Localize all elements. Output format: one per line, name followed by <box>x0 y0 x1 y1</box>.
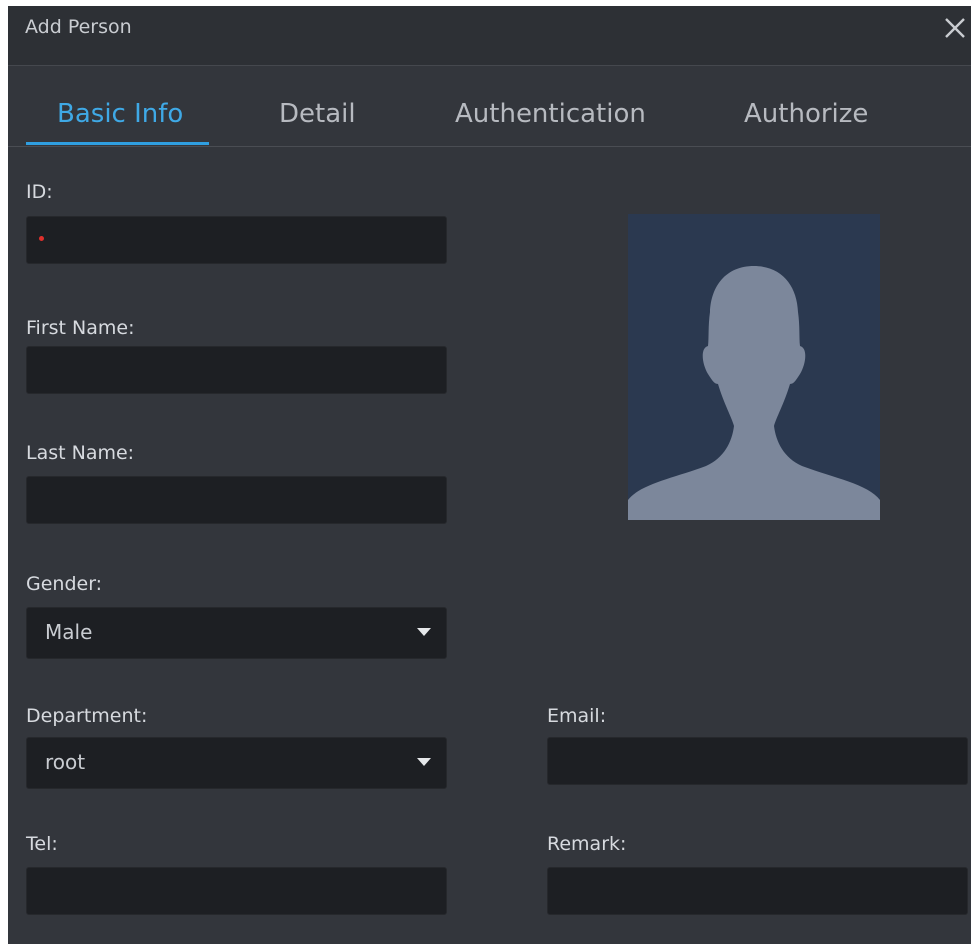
id-input[interactable] <box>26 216 447 264</box>
department-select-value: root <box>45 750 86 774</box>
remark-input[interactable] <box>547 867 968 915</box>
tab-authorize[interactable]: Authorize <box>744 99 868 129</box>
id-label: ID: <box>26 181 53 203</box>
gender-label: Gender: <box>26 573 103 595</box>
dialog-titlebar: Add Person <box>8 6 971 66</box>
gender-select-value: Male <box>45 620 93 644</box>
person-silhouette-icon <box>628 266 880 520</box>
remark-label: Remark: <box>547 833 627 855</box>
tab-basic-info[interactable]: Basic Info <box>57 99 183 129</box>
tab-authentication[interactable]: Authentication <box>455 99 646 129</box>
dropdown-arrow-icon <box>417 758 431 766</box>
email-input[interactable] <box>547 737 968 785</box>
add-person-dialog: Add Person Basic Info Detail Authenticat… <box>8 6 971 944</box>
department-label: Department: <box>26 705 148 727</box>
tab-bar: Basic Info Detail Authentication Authori… <box>8 66 971 147</box>
first-name-label: First Name: <box>26 317 135 339</box>
tab-detail[interactable]: Detail <box>279 99 356 129</box>
person-photo[interactable] <box>628 214 880 520</box>
tel-label: Tel: <box>26 833 58 855</box>
first-name-input[interactable] <box>26 346 447 394</box>
close-button[interactable] <box>941 14 969 42</box>
required-marker <box>39 236 44 241</box>
dropdown-arrow-icon <box>417 628 431 636</box>
close-icon <box>945 18 965 38</box>
dialog-title: Add Person <box>25 16 132 38</box>
gender-select[interactable]: Male <box>26 607 447 659</box>
tel-input[interactable] <box>26 867 447 915</box>
email-label: Email: <box>547 705 607 727</box>
last-name-input[interactable] <box>26 476 447 524</box>
last-name-label: Last Name: <box>26 442 135 464</box>
active-tab-indicator <box>26 142 209 145</box>
department-select[interactable]: root <box>26 737 447 789</box>
